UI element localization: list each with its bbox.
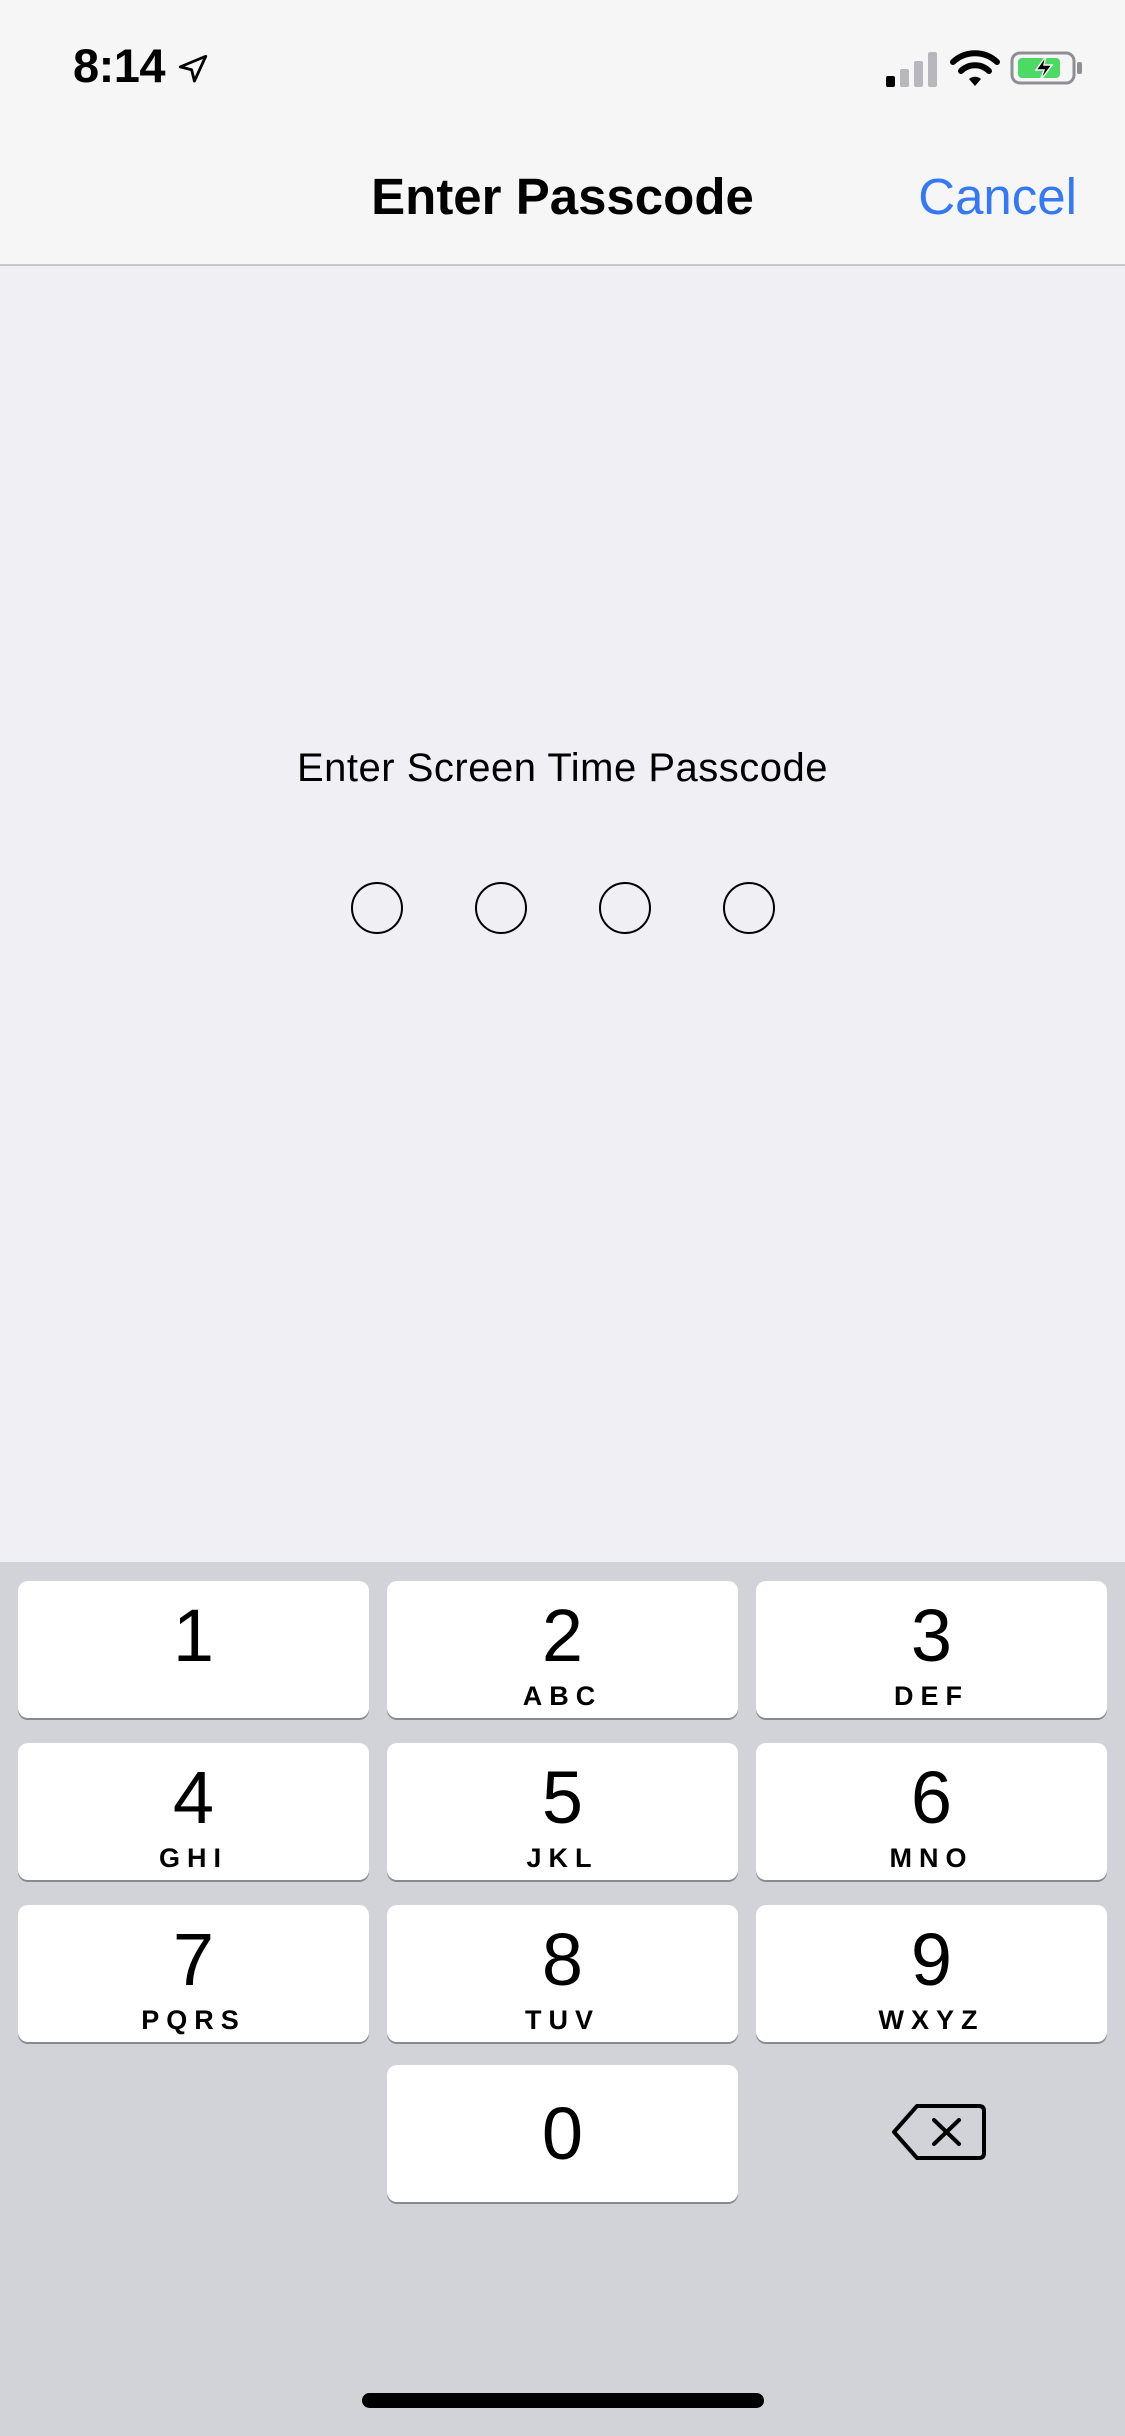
key-digit: 4 xyxy=(172,1756,215,1839)
wifi-icon xyxy=(950,50,1000,86)
key-2[interactable]: 2 ABC xyxy=(387,1581,738,1718)
key-digit: 1 xyxy=(172,1594,215,1677)
key-6[interactable]: 6 MNO xyxy=(756,1743,1107,1880)
key-letters: WXYZ xyxy=(878,2005,985,2035)
passcode-dots xyxy=(0,882,1125,934)
key-letters: MNO xyxy=(889,1843,974,1873)
key-digit: 0 xyxy=(541,2092,584,2175)
key-digit: 2 xyxy=(541,1594,584,1677)
key-letters: PQRS xyxy=(141,2005,246,2035)
navigation-bar: Enter Passcode Cancel xyxy=(0,132,1125,266)
key-letters: GHI xyxy=(158,1843,228,1873)
key-letters: DEF xyxy=(894,1681,969,1711)
key-0[interactable]: 0 xyxy=(387,2065,738,2202)
key-7[interactable]: 7 PQRS xyxy=(18,1905,369,2042)
key-8[interactable]: 8 TUV xyxy=(387,1905,738,2042)
key-letters: ABC xyxy=(522,1681,603,1711)
status-time: 8:14 xyxy=(73,39,166,92)
key-3[interactable]: 3 DEF xyxy=(756,1581,1107,1718)
key-1[interactable]: 1 xyxy=(18,1581,369,1718)
key-digit: 5 xyxy=(541,1756,584,1839)
key-digit: 8 xyxy=(541,1918,584,2001)
key-digit: 3 xyxy=(910,1594,953,1677)
status-bar: 8:14 xyxy=(0,0,1125,132)
key-letters: TUV xyxy=(525,2005,600,2035)
key-digit: 9 xyxy=(910,1918,953,2001)
passcode-dot xyxy=(350,882,403,934)
passcode-dot xyxy=(722,882,775,934)
key-letters: JKL xyxy=(526,1843,599,1873)
key-5[interactable]: 5 JKL xyxy=(387,1743,738,1880)
backspace-icon[interactable] xyxy=(889,2100,989,2164)
key-digit: 7 xyxy=(172,1918,215,2001)
passcode-prompt-label: Enter Screen Time Passcode xyxy=(296,746,829,790)
passcode-dot xyxy=(474,882,527,934)
cancel-button[interactable]: Cancel xyxy=(918,162,1077,232)
key-digit: 6 xyxy=(910,1756,953,1839)
location-arrow-icon xyxy=(178,54,208,83)
home-indicator[interactable] xyxy=(362,2393,764,2408)
passcode-dot xyxy=(598,882,651,934)
cellular-signal-icon xyxy=(886,52,937,87)
key-4[interactable]: 4 GHI xyxy=(18,1743,369,1880)
battery-charging-icon xyxy=(1010,51,1082,85)
key-9[interactable]: 9 WXYZ xyxy=(756,1905,1107,2042)
